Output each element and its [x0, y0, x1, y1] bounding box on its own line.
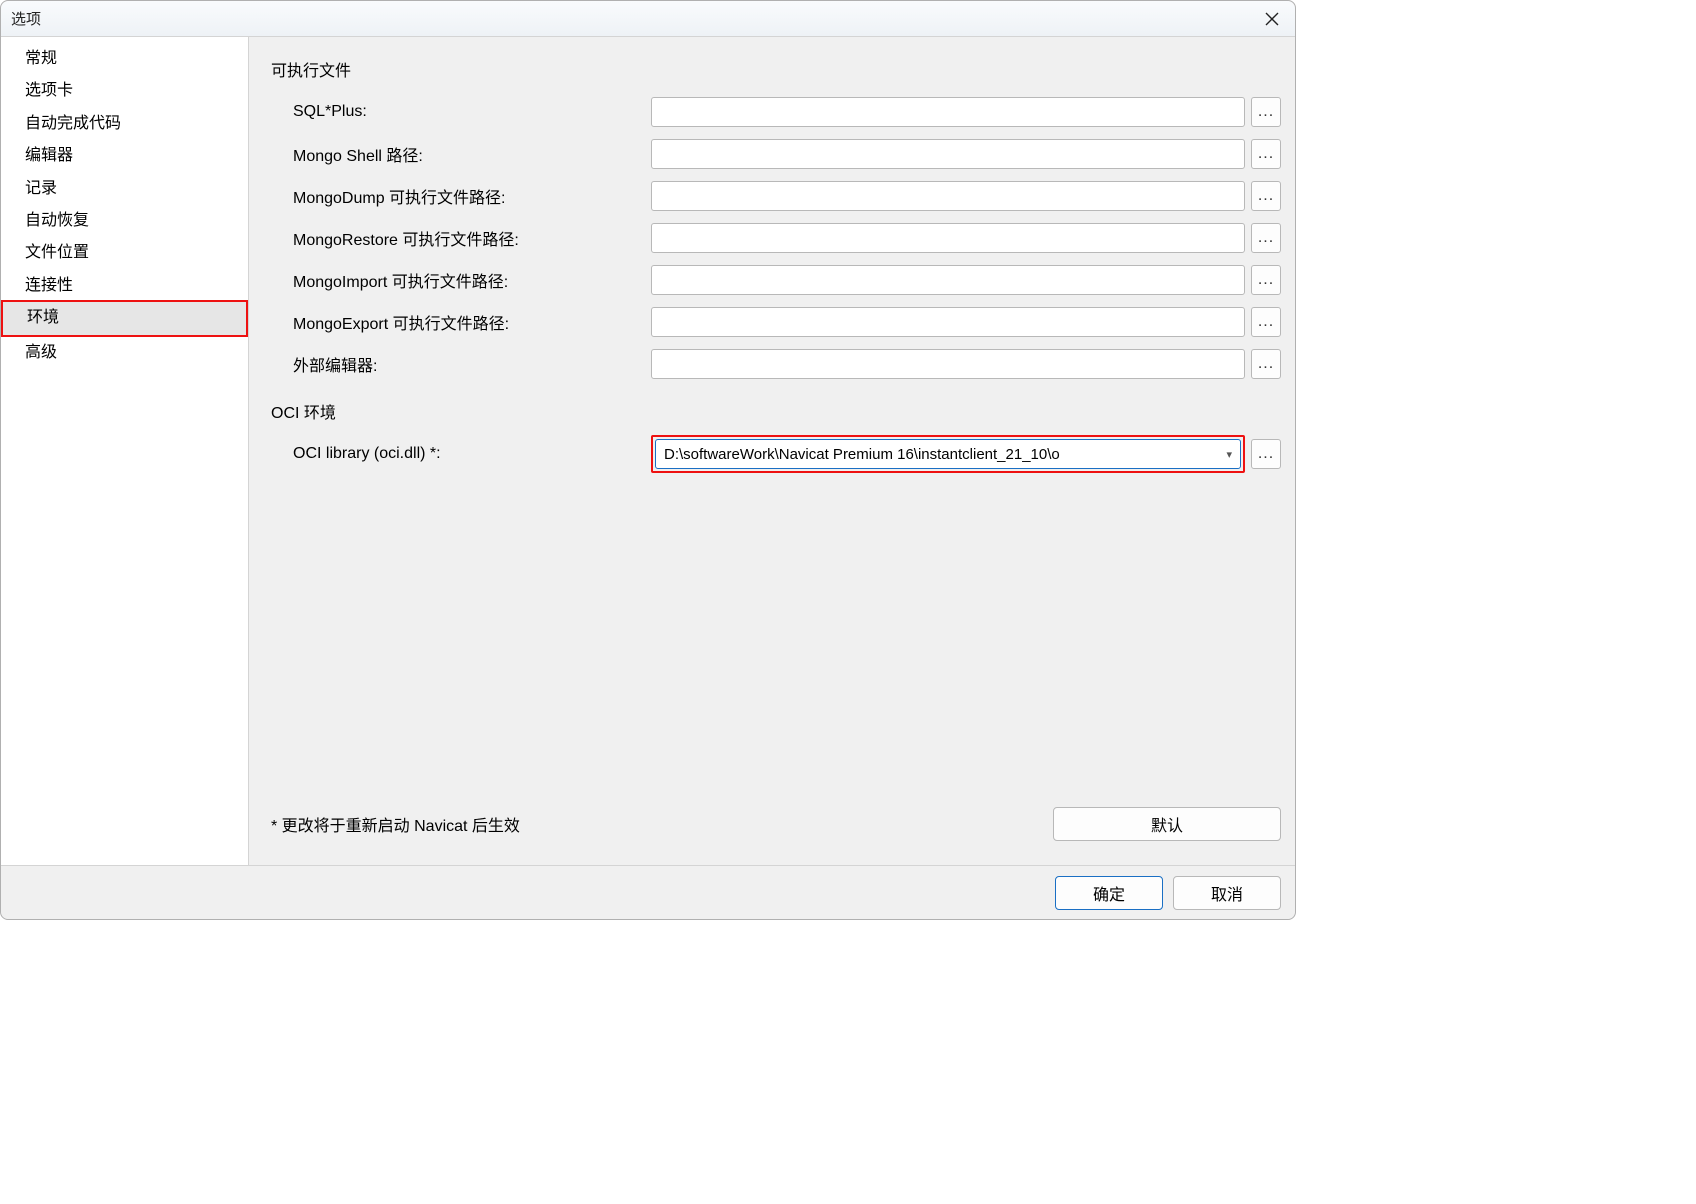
chevron-down-icon: ▾	[1226, 448, 1232, 461]
field-sqlplus: SQL*Plus: ...	[271, 91, 1281, 133]
field-input-wrap: ...	[651, 97, 1281, 127]
field-label: SQL*Plus:	[271, 103, 651, 121]
restart-note: * 更改将于重新启动 Navicat 后生效	[271, 812, 520, 836]
field-label: MongoRestore 可执行文件路径:	[271, 226, 651, 250]
browse-button[interactable]: ...	[1251, 97, 1281, 127]
ellipsis-icon: ...	[1258, 145, 1274, 163]
ellipsis-icon: ...	[1258, 229, 1274, 247]
field-mongorestore: MongoRestore 可执行文件路径: ...	[271, 217, 1281, 259]
field-input-wrap: ...	[651, 349, 1281, 379]
sidebar-item-autocomplete[interactable]: 自动完成代码	[1, 108, 248, 140]
sqlplus-input[interactable]	[651, 97, 1245, 127]
field-label: OCI library (oci.dll) *:	[271, 445, 651, 463]
mongoshell-input[interactable]	[651, 139, 1245, 169]
field-label: MongoDump 可执行文件路径:	[271, 184, 651, 208]
cancel-button[interactable]: 取消	[1173, 876, 1281, 910]
window-title: 选项	[11, 8, 41, 29]
oci-library-combo[interactable]: D:\softwareWork\Navicat Premium 16\insta…	[655, 439, 1241, 469]
section-oci: OCI 环境	[271, 399, 1281, 423]
oci-fields: OCI library (oci.dll) *: D:\softwareWork…	[271, 433, 1281, 475]
sidebar-item-label: 自动恢复	[25, 212, 89, 229]
field-oci-library: OCI library (oci.dll) *: D:\softwareWork…	[271, 433, 1281, 475]
sidebar-item-label: 连接性	[25, 277, 73, 294]
options-dialog: 选项 常规 选项卡 自动完成代码 编辑器 记录 自动恢复 文件位置 连接性 环境…	[0, 0, 1296, 920]
titlebar: 选项	[1, 1, 1295, 37]
oci-highlight: D:\softwareWork\Navicat Premium 16\insta…	[651, 435, 1245, 473]
field-input-wrap: ...	[651, 265, 1281, 295]
field-label: Mongo Shell 路径:	[271, 142, 651, 166]
close-icon	[1265, 12, 1279, 26]
sidebar-item-label: 常规	[25, 50, 57, 67]
combo-value: D:\softwareWork\Navicat Premium 16\insta…	[664, 446, 1060, 463]
mongodump-input[interactable]	[651, 181, 1245, 211]
field-input-wrap: ...	[651, 307, 1281, 337]
field-label: MongoImport 可执行文件路径:	[271, 268, 651, 292]
field-mongoexport: MongoExport 可执行文件路径: ...	[271, 301, 1281, 343]
mongoimport-input[interactable]	[651, 265, 1245, 295]
executables-fields: SQL*Plus: ... Mongo Shell 路径: ... MongoD…	[271, 91, 1281, 385]
ellipsis-icon: ...	[1258, 313, 1274, 331]
bottom-row: * 更改将于重新启动 Navicat 后生效 默认	[271, 799, 1281, 853]
browse-button[interactable]: ...	[1251, 307, 1281, 337]
field-input-wrap: D:\softwareWork\Navicat Premium 16\insta…	[651, 435, 1281, 473]
field-mongoshell: Mongo Shell 路径: ...	[271, 133, 1281, 175]
sidebar-item-label: 环境	[27, 309, 59, 326]
sidebar-item-tabs[interactable]: 选项卡	[1, 75, 248, 107]
spacer	[271, 489, 1281, 799]
sidebar-item-label: 记录	[25, 180, 57, 197]
sidebar-item-general[interactable]: 常规	[1, 43, 248, 75]
sidebar-item-label: 选项卡	[25, 82, 73, 99]
sidebar-item-editor[interactable]: 编辑器	[1, 140, 248, 172]
mongoexport-input[interactable]	[651, 307, 1245, 337]
sidebar-highlight: 环境	[1, 300, 248, 336]
browse-button[interactable]: ...	[1251, 181, 1281, 211]
browse-button[interactable]: ...	[1251, 223, 1281, 253]
dialog-footer: 确定 取消	[1, 865, 1295, 919]
main-panel: 可执行文件 SQL*Plus: ... Mongo Shell 路径: ...	[249, 37, 1295, 865]
field-label: 外部编辑器:	[271, 352, 651, 376]
external-editor-input[interactable]	[651, 349, 1245, 379]
sidebar-item-environment[interactable]: 环境	[3, 302, 246, 334]
close-button[interactable]	[1255, 5, 1289, 33]
browse-button[interactable]: ...	[1251, 349, 1281, 379]
sidebar-item-label: 自动完成代码	[25, 115, 121, 132]
field-input-wrap: ...	[651, 223, 1281, 253]
sidebar-item-label: 编辑器	[25, 147, 73, 164]
field-input-wrap: ...	[651, 139, 1281, 169]
field-mongodump: MongoDump 可执行文件路径: ...	[271, 175, 1281, 217]
field-external-editor: 外部编辑器: ...	[271, 343, 1281, 385]
ok-button[interactable]: 确定	[1055, 876, 1163, 910]
browse-button[interactable]: ...	[1251, 439, 1281, 469]
sidebar-item-records[interactable]: 记录	[1, 173, 248, 205]
ellipsis-icon: ...	[1258, 187, 1274, 205]
sidebar-item-connectivity[interactable]: 连接性	[1, 270, 248, 302]
mongorestore-input[interactable]	[651, 223, 1245, 253]
sidebar-item-filelocations[interactable]: 文件位置	[1, 237, 248, 269]
sidebar: 常规 选项卡 自动完成代码 编辑器 记录 自动恢复 文件位置 连接性 环境 高级	[1, 37, 249, 865]
field-label: MongoExport 可执行文件路径:	[271, 310, 651, 334]
browse-button[interactable]: ...	[1251, 139, 1281, 169]
ellipsis-icon: ...	[1258, 103, 1274, 121]
section-executables: 可执行文件	[271, 57, 1281, 81]
ellipsis-icon: ...	[1258, 445, 1274, 463]
ellipsis-icon: ...	[1258, 271, 1274, 289]
sidebar-item-autorecovery[interactable]: 自动恢复	[1, 205, 248, 237]
sidebar-item-label: 高级	[25, 344, 57, 361]
dialog-body: 常规 选项卡 自动完成代码 编辑器 记录 自动恢复 文件位置 连接性 环境 高级…	[1, 37, 1295, 865]
ellipsis-icon: ...	[1258, 355, 1274, 373]
browse-button[interactable]: ...	[1251, 265, 1281, 295]
default-button[interactable]: 默认	[1053, 807, 1281, 841]
field-mongoimport: MongoImport 可执行文件路径: ...	[271, 259, 1281, 301]
field-input-wrap: ...	[651, 181, 1281, 211]
sidebar-item-advanced[interactable]: 高级	[1, 337, 248, 369]
sidebar-item-label: 文件位置	[25, 244, 89, 261]
